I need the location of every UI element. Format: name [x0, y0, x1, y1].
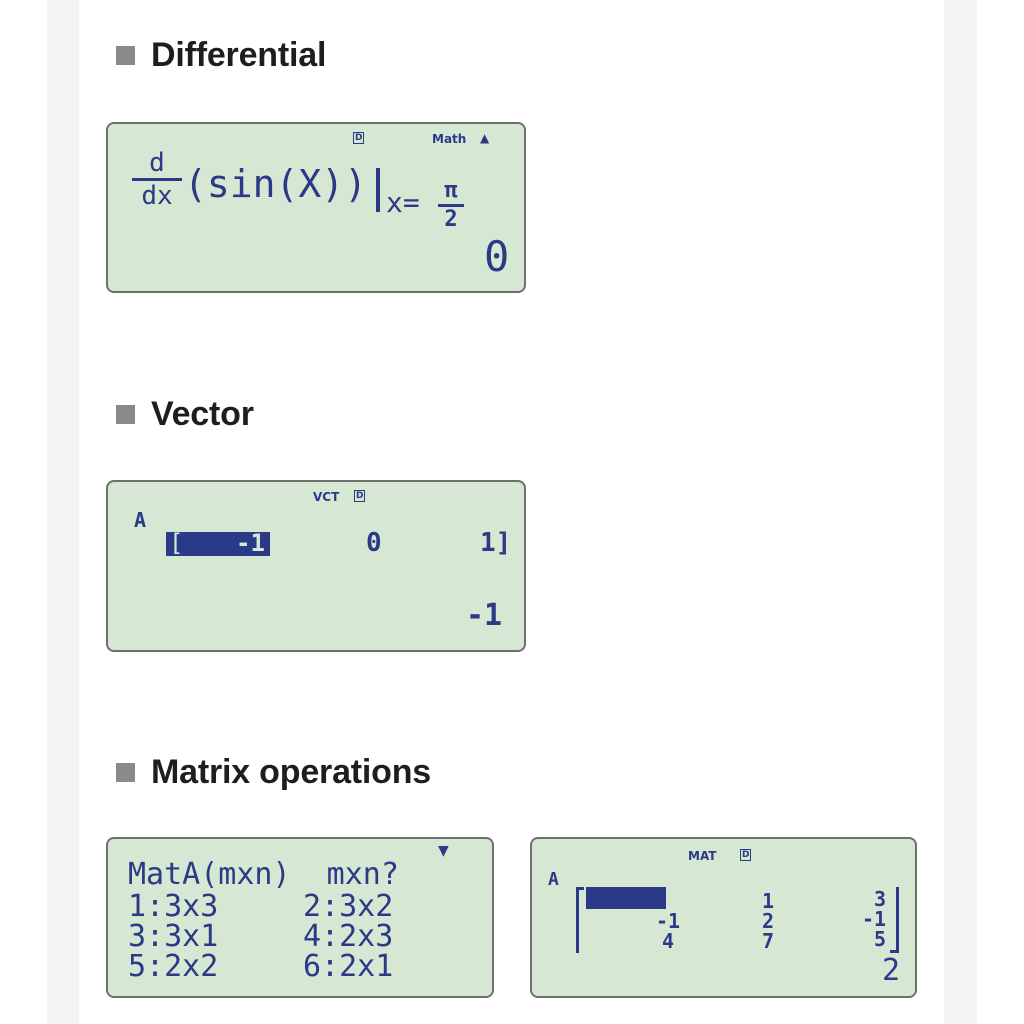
- deg-indicator: D: [740, 849, 752, 861]
- evaluation-bar: [376, 168, 380, 212]
- lcd-screen-matrix-result: MAT D A -1 4 1 2 7 3 -1 5 2: [530, 837, 917, 998]
- section-title-text: Matrix operations: [151, 753, 431, 791]
- result-value: 0: [484, 232, 510, 281]
- vector-cell-3[interactable]: 1]: [480, 528, 511, 558]
- lcd-screen-differential: D Math ▲ d dx (sin(X)) x= π 2 0: [106, 122, 526, 293]
- mat-mode-indicator: MAT: [688, 849, 717, 863]
- lcd-screen-vector: VCT D A [ -1 0 1] -1: [106, 480, 526, 652]
- square-bullet-icon: [116, 763, 135, 782]
- matrix-cell-r3c2[interactable]: 7: [762, 929, 774, 953]
- vct-mode-indicator: VCT: [313, 490, 340, 504]
- pi-over-two: π 2: [438, 180, 464, 231]
- section-title-text: Vector: [151, 395, 254, 433]
- matrix-left-bracket: [576, 887, 579, 953]
- square-bullet-icon: [116, 405, 135, 424]
- matrix-label: A: [548, 869, 559, 890]
- evaluation-variable: x=: [386, 186, 420, 219]
- section-title-text: Differential: [151, 36, 327, 74]
- derivative-expression: (sin(X)): [184, 162, 368, 206]
- derivative-denominator: dx: [141, 181, 173, 211]
- section-title-matrix: Matrix operations: [116, 753, 431, 792]
- derivative-operator: d dx: [132, 150, 182, 209]
- vector-cell-2[interactable]: 0: [366, 528, 382, 558]
- up-arrow-icon: ▲: [480, 131, 490, 145]
- pi-denominator: 2: [444, 207, 458, 232]
- result-value: -1: [466, 598, 503, 633]
- cell-bracket: [: [169, 529, 184, 557]
- down-arrow-icon: ▼: [438, 843, 449, 859]
- menu-option-5[interactable]: 5:2x2: [128, 949, 218, 984]
- vector-cell-cursor[interactable]: [ -1: [166, 529, 270, 557]
- matrix-prompt: MatA(mxn) mxn?: [128, 857, 399, 892]
- deg-indicator: D: [353, 132, 365, 144]
- matrix-right-bracket: [896, 887, 899, 953]
- matrix-cell-r3c1[interactable]: 4: [662, 929, 674, 953]
- cell-value-selected: -1: [236, 529, 265, 557]
- matrix-cell-cursor[interactable]: [586, 887, 666, 909]
- deg-indicator: D: [354, 490, 366, 502]
- section-title-vector: Vector: [116, 395, 254, 434]
- section-title-differential: Differential: [116, 36, 326, 75]
- derivative-numerator: d: [149, 148, 165, 178]
- square-bullet-icon: [116, 46, 135, 65]
- matrix-cell-r3c3[interactable]: 5: [874, 927, 886, 951]
- matrix-left-bracket-top: [576, 887, 584, 890]
- lcd-screen-matrix-menu: ▼ MatA(mxn) mxn? 1:3x3 2:3x2 3:3x1 4:2x3…: [106, 837, 494, 998]
- pi-numerator: π: [444, 178, 458, 203]
- vector-label: A: [134, 508, 147, 532]
- result-value: 2: [882, 953, 901, 988]
- page-frame-right: [944, 0, 977, 1024]
- math-mode-indicator: Math: [432, 132, 467, 146]
- menu-option-6[interactable]: 6:2x1: [303, 949, 393, 984]
- page-frame-left: [47, 0, 79, 1024]
